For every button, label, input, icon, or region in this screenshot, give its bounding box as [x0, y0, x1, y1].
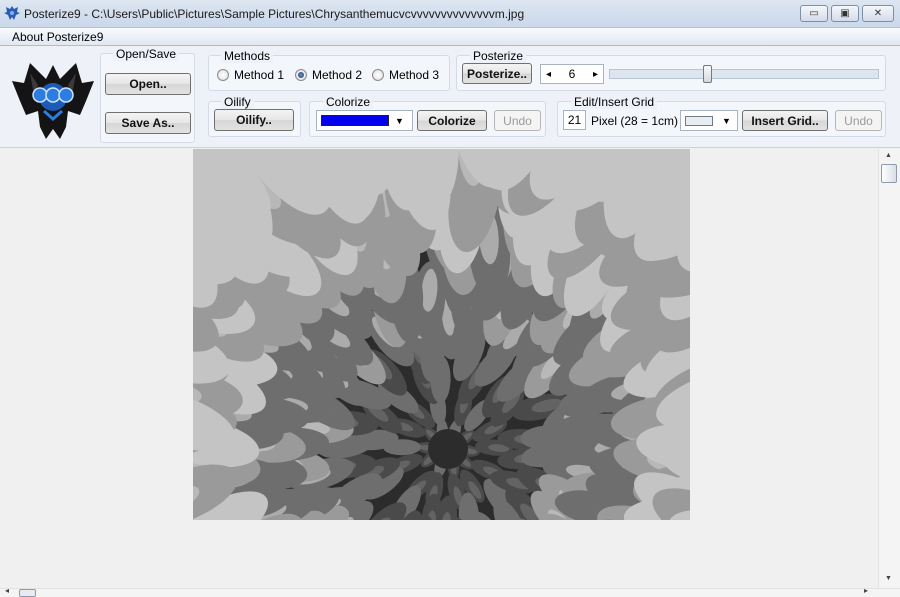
grid-group: Edit/Insert Grid 21 Pixel (28 = 1cm) ▼ I…	[557, 95, 886, 137]
eagle-icon	[4, 6, 20, 20]
method-3-label: Method 3	[389, 68, 440, 82]
menu-bar: About Posterize9	[0, 28, 900, 46]
methods-group: Methods Method 1 Method 2 Method 3	[208, 49, 450, 91]
image-viewport	[0, 149, 878, 588]
open-button[interactable]: Open..	[105, 73, 191, 95]
scroll-left-icon[interactable]: ◂	[5, 586, 9, 595]
slider-thumb[interactable]	[703, 65, 712, 83]
radio-unchecked-icon	[217, 69, 229, 81]
save-as-button[interactable]: Save As..	[105, 112, 191, 134]
insert-grid-button[interactable]: Insert Grid..	[742, 110, 828, 131]
close-button[interactable]: ✕	[862, 5, 894, 22]
method-2-label: Method 2	[312, 68, 363, 82]
method-1-radio[interactable]: Method 1	[217, 68, 284, 82]
grid-color-swatch	[685, 115, 713, 126]
posterized-image[interactable]	[193, 149, 690, 520]
slider-track	[609, 69, 879, 79]
oilify-button[interactable]: Oilify..	[214, 109, 294, 131]
open-save-label: Open/Save	[113, 47, 180, 61]
window-title: Posterize9 - C:\Users\Public\Pictures\Sa…	[24, 7, 525, 21]
toolbar: Open/Save Open.. Save As.. Methods Metho…	[0, 47, 900, 148]
spin-decrease-icon[interactable]: ◂	[546, 69, 551, 80]
radio-unchecked-icon	[372, 69, 384, 81]
grid-unit-label: Pixel (28 = 1cm)	[591, 114, 679, 128]
colorize-group: Colorize ▼ Colorize Undo	[309, 95, 546, 137]
minimize-icon: ▭	[809, 8, 819, 19]
scroll-right-icon[interactable]: ▸	[864, 586, 868, 595]
oilify-group: Oilify Oilify..	[208, 95, 301, 137]
minimize-button[interactable]: ▭	[800, 5, 828, 22]
posterize-label: Posterize	[470, 49, 527, 63]
horizontal-scroll-thumb[interactable]	[19, 589, 36, 597]
chrysanthemum-image	[193, 149, 690, 520]
color-swatch	[321, 115, 389, 126]
title-bar: Posterize9 - C:\Users\Public\Pictures\Sa…	[0, 0, 900, 28]
spin-increase-icon[interactable]: ▸	[593, 69, 598, 80]
method-3-radio[interactable]: Method 3	[372, 68, 439, 82]
method-1-label: Method 1	[234, 68, 285, 82]
oilify-label: Oilify	[221, 95, 254, 109]
grid-color-dropdown[interactable]: ▼	[680, 110, 738, 131]
colorize-undo-button[interactable]: Undo	[494, 110, 541, 131]
scroll-up-icon[interactable]: ▲	[885, 152, 892, 159]
levels-slider[interactable]	[609, 65, 879, 83]
posterize-group: Posterize Posterize.. ◂ 6 ▸	[456, 49, 886, 91]
levels-value[interactable]: 6	[569, 67, 576, 81]
maximize-icon: ▣	[840, 8, 850, 19]
close-icon: ✕	[873, 8, 883, 19]
chevron-down-icon: ▼	[395, 115, 404, 126]
maximize-button[interactable]: ▣	[831, 5, 859, 22]
grid-size-input[interactable]: 21	[563, 110, 586, 130]
radio-checked-icon	[295, 69, 307, 81]
grid-label: Edit/Insert Grid	[571, 95, 658, 109]
double-headed-eagle-logo	[12, 63, 94, 139]
scroll-down-icon[interactable]: ▼	[885, 575, 892, 582]
methods-label: Methods	[221, 49, 274, 63]
vertical-scrollbar[interactable]: ▲ ▼	[878, 149, 900, 588]
vertical-scroll-thumb[interactable]	[881, 164, 897, 183]
levels-spinner: ◂ 6 ▸	[540, 64, 604, 84]
method-2-radio[interactable]: Method 2	[295, 68, 362, 82]
flower-center	[428, 429, 468, 469]
colorize-label: Colorize	[323, 95, 374, 109]
grid-undo-button[interactable]: Undo	[835, 110, 882, 131]
color-dropdown[interactable]: ▼	[316, 110, 413, 131]
menu-item-about[interactable]: About Posterize9	[12, 30, 103, 44]
colorize-button[interactable]: Colorize	[417, 110, 487, 131]
horizontal-scrollbar[interactable]: ◂ ▸	[0, 586, 900, 597]
open-save-group: Open/Save Open.. Save As..	[100, 47, 195, 143]
posterize-button[interactable]: Posterize..	[462, 63, 532, 84]
chevron-down-icon: ▼	[722, 115, 731, 126]
